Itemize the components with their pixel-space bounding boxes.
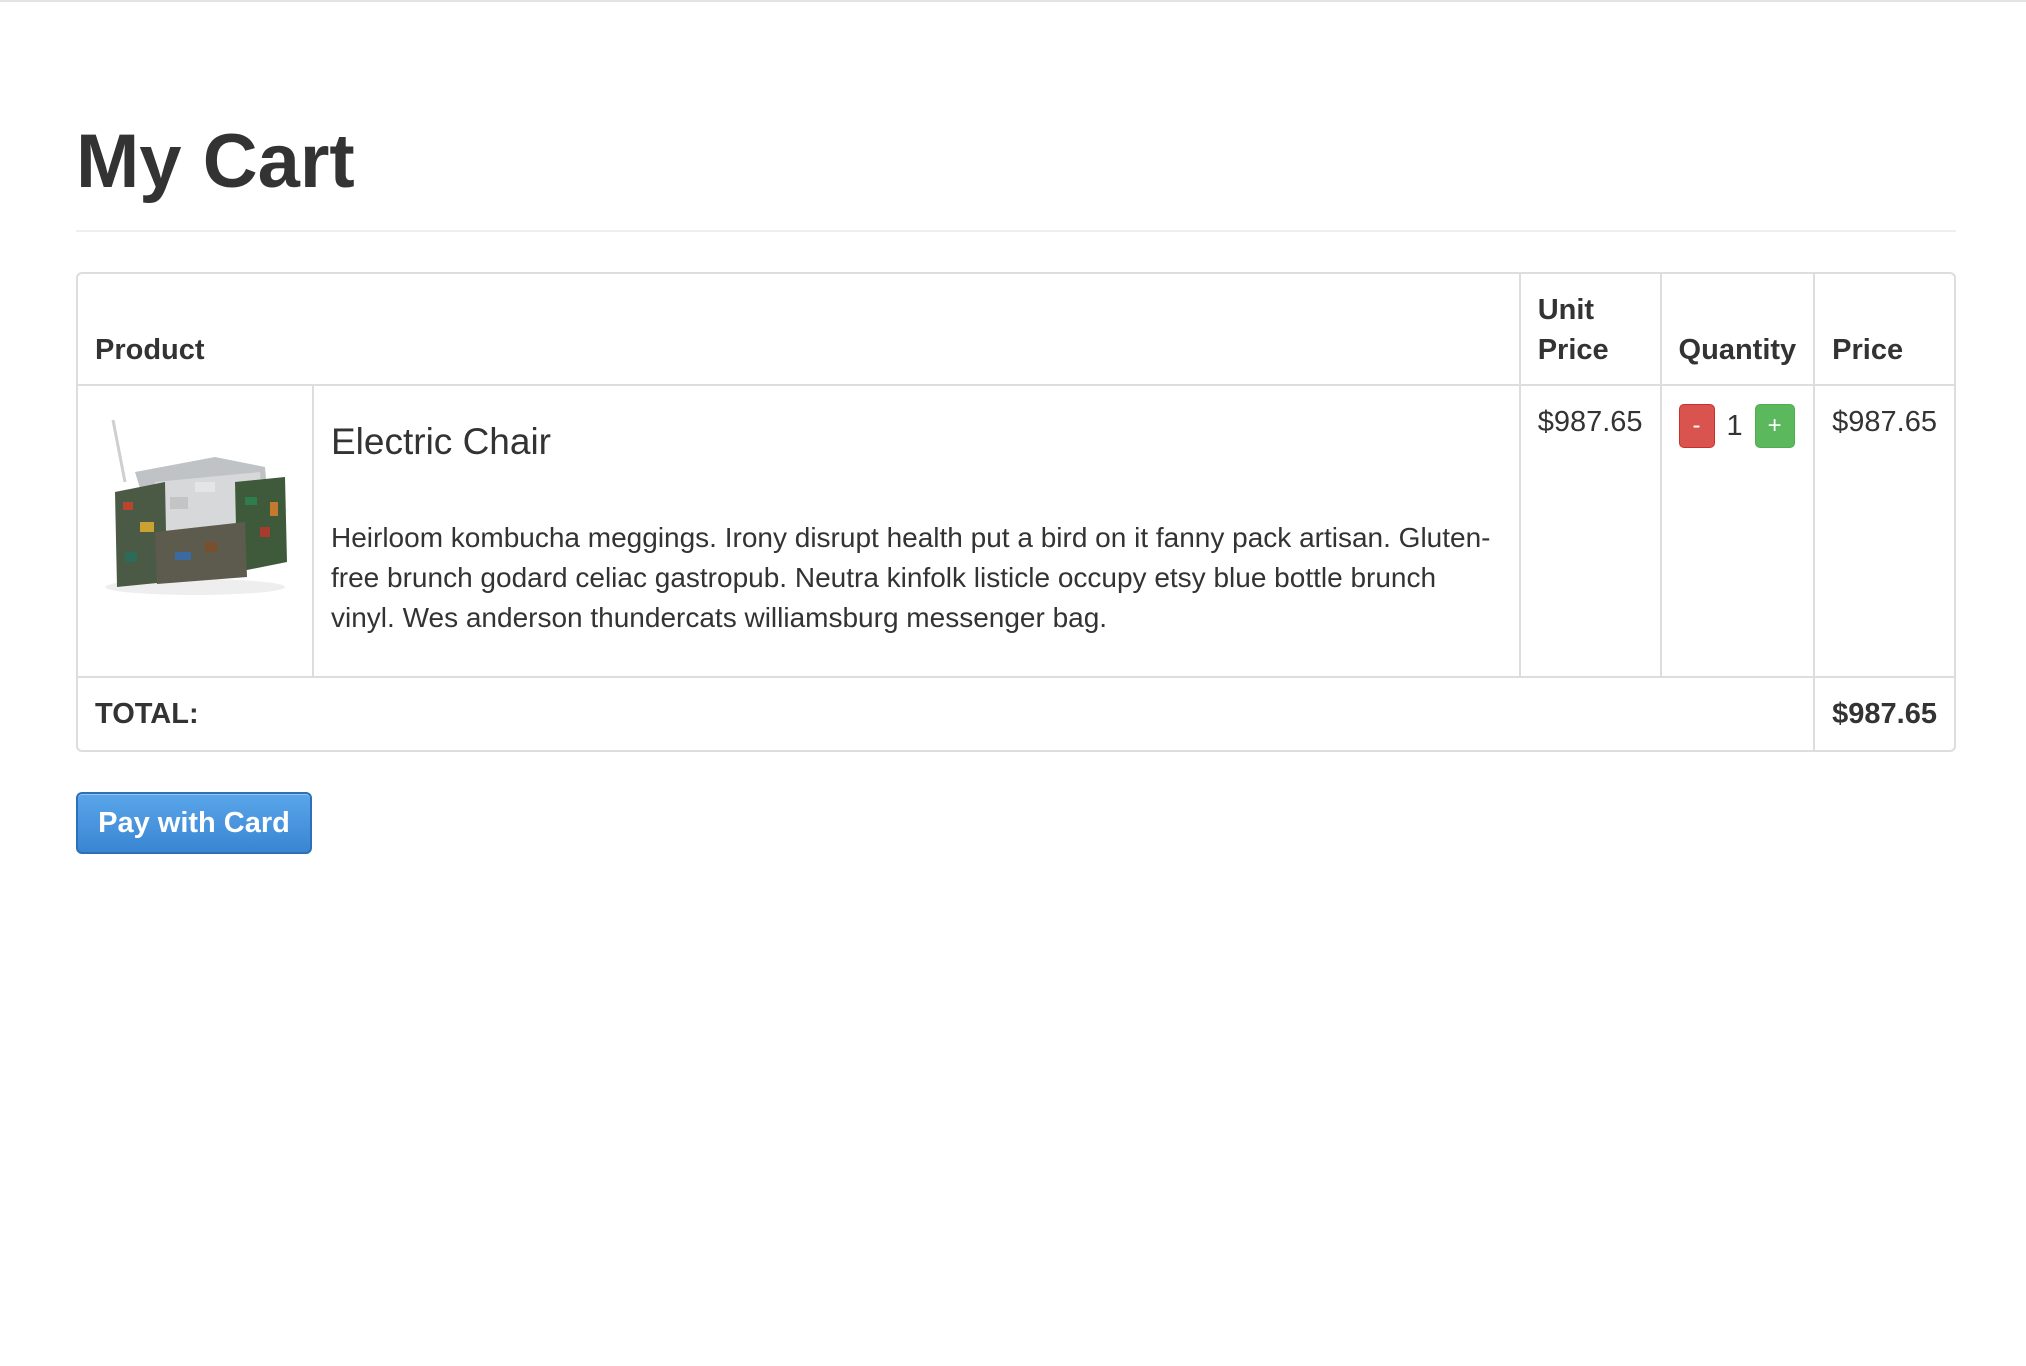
- header-product: Product: [95, 334, 205, 366]
- page-title: My Cart: [76, 119, 355, 204]
- product-details-cell: Electric Chair Heirloom kombucha megging…: [312, 384, 1519, 676]
- line-price-cell: $987.65: [1813, 384, 1954, 676]
- title-divider: [76, 230, 1956, 232]
- header-unit-price: Unit Price: [1518, 274, 1660, 384]
- total-label: TOTAL:: [78, 676, 1814, 750]
- product-thumbnail-cell: [78, 384, 312, 676]
- quantity-value: 1: [1726, 409, 1743, 442]
- table-header-row: Product Unit Price Quantity Price: [78, 274, 1954, 384]
- unit-price-cell: $987.65: [1518, 384, 1660, 676]
- cart-table: Product Unit Price Quantity Price Electr…: [76, 272, 1956, 752]
- header-unit-price-label: Unit Price: [1537, 294, 1609, 366]
- header-price: Price: [1813, 274, 1954, 384]
- chair-product-image[interactable]: [95, 402, 295, 602]
- quantity-stepper: - 1 +: [1678, 402, 1797, 450]
- product-name[interactable]: Electric Chair: [331, 420, 1502, 464]
- cart-container: My Cart Product Unit Price Quantity Price: [76, 0, 1956, 854]
- total-value: $987.65: [1813, 676, 1954, 750]
- increment-quantity-button[interactable]: +: [1754, 404, 1795, 448]
- header-quantity: Quantity: [1659, 274, 1814, 384]
- decrement-quantity-button[interactable]: -: [1678, 404, 1715, 448]
- product-description: Heirloom kombucha meggings. Irony disrup…: [331, 522, 1491, 633]
- table-row: Electric Chair Heirloom kombucha megging…: [78, 384, 1954, 676]
- quantity-cell: - 1 +: [1659, 384, 1814, 676]
- pay-with-card-button[interactable]: Pay with Card: [76, 792, 312, 854]
- total-row: TOTAL: $987.65: [78, 676, 1954, 750]
